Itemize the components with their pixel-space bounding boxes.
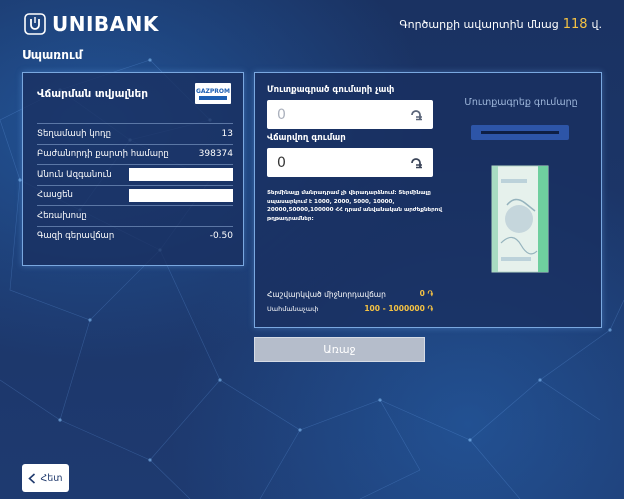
- terminal-note: Տերմինալը մանրադրամ չի վերադարձնում: Տեր…: [267, 190, 442, 222]
- limit-value: 100 - 1000000: [364, 304, 425, 313]
- bill-acceptor-slot: [471, 125, 569, 140]
- limit-row: Սահմանաչափ 100 - 1000000 ֏: [267, 304, 433, 314]
- header: UNIBANK Գործարքի ավարտին մնաց 118 վ.: [0, 0, 624, 48]
- info-row-address: Հասցեն: [37, 184, 233, 206]
- page-title: Սպառում: [22, 48, 83, 62]
- timer-unit: վ.: [591, 18, 602, 31]
- payment-info-panel: Վճարման տվյալներ GAZPROM Տեղամասի կոդը 1…: [22, 72, 244, 266]
- gazprom-logo: GAZPROM: [195, 83, 231, 104]
- payment-info-title: Վճարման տվյալներ: [37, 88, 148, 100]
- limit-amount: 100 - 1000000 ֏: [364, 304, 433, 314]
- info-value: -0.50: [209, 231, 233, 242]
- info-label: Տեղամասի կոդը: [37, 128, 111, 139]
- banknote-icon: [491, 165, 549, 273]
- commission-label: Հաշվարկված միջնորդավճար: [267, 289, 386, 299]
- entered-amount-field[interactable]: 0: [267, 100, 433, 129]
- pay-amount-label: Վճարվող գումար: [267, 133, 346, 143]
- info-label: Բաժանորդի քարտի համարը: [37, 149, 169, 160]
- payment-form-panel: Մուտքագրած գումարի չափ 0 Վճարվող գումար …: [254, 72, 602, 328]
- limit-label: Սահմանաչափ: [267, 305, 319, 313]
- timer-value: 118: [562, 17, 588, 32]
- next-button[interactable]: Առաջ: [254, 337, 425, 362]
- full-name-value-field: [129, 168, 233, 182]
- timer-label: Գործարքի ավարտին մնաց: [399, 18, 559, 31]
- info-value: 13: [221, 128, 233, 139]
- unibank-logo-icon: [24, 13, 46, 35]
- info-row-phone: Հեռախոսը: [37, 205, 233, 226]
- dram-currency-icon: ֏: [427, 304, 433, 313]
- info-row-card-number: Բաժանորդի քարտի համարը 398374: [37, 143, 233, 165]
- info-label: Անուն Ազգանուն: [37, 169, 112, 180]
- back-button-label: Հետ: [40, 472, 63, 484]
- entered-amount-label: Մուտքագրած գումարի չափ: [267, 85, 395, 95]
- session-timer: Գործարքի ավարտին մնաց 118 վ.: [399, 17, 602, 32]
- commission-row: Հաշվարկված միջնորդավճար 0 ֏: [267, 289, 433, 299]
- provider-logo-text: GAZPROM: [195, 87, 230, 95]
- slot-opening: [481, 131, 559, 134]
- commission-value: 0: [419, 289, 425, 298]
- insert-money-label: Մուտքագրեք գումարը: [464, 97, 578, 108]
- back-button[interactable]: Հետ: [22, 464, 69, 492]
- info-label: Գազի գերավճար: [37, 231, 115, 242]
- provider-logo-bar: [199, 95, 227, 100]
- entered-amount-value: 0: [277, 106, 286, 123]
- brand-logo: UNIBANK: [24, 12, 159, 36]
- info-value: 398374: [198, 149, 233, 160]
- info-label: Հեռախոսը: [37, 210, 87, 221]
- info-label: Հասցեն: [37, 190, 73, 201]
- dram-currency-icon: [411, 109, 422, 120]
- info-row-gas-overpayment: Գազի գերավճար -0.50: [37, 225, 233, 247]
- commission-amount: 0 ֏: [420, 289, 433, 299]
- pay-amount-field[interactable]: 0: [267, 148, 433, 177]
- info-row-full-name: Անուն Ազգանուն: [37, 164, 233, 185]
- address-value-field: [129, 188, 233, 202]
- info-row-region-code: Տեղամասի կոդը 13: [37, 123, 233, 144]
- brand-name: UNIBANK: [52, 12, 159, 36]
- chevron-left-icon: [28, 472, 36, 484]
- dram-currency-icon: ֏: [427, 289, 433, 298]
- payment-info-rows: Տեղամասի կոդը 13 Բաժանորդի քարտի համարը …: [37, 123, 233, 246]
- dram-currency-icon: [411, 157, 422, 168]
- pay-amount-value: 0: [277, 154, 286, 171]
